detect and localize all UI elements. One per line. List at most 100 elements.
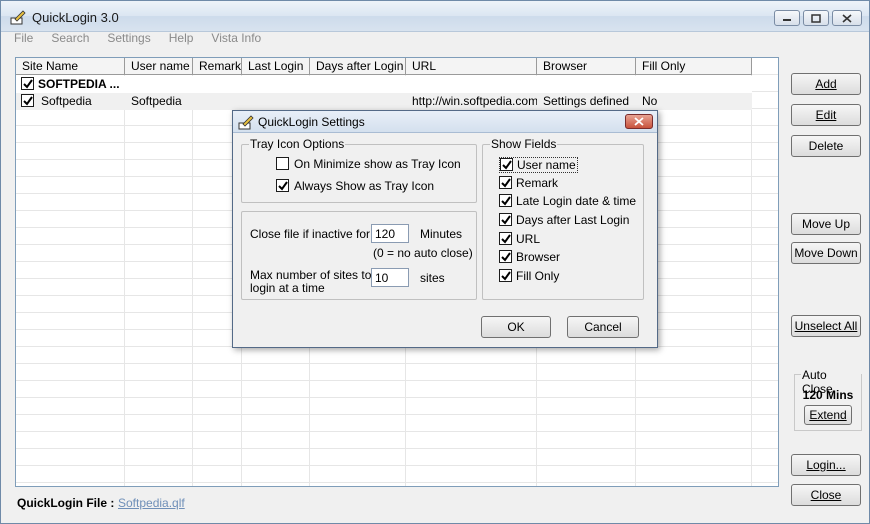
field-remark-checkbox[interactable] xyxy=(499,176,512,189)
cancel-button[interactable]: Cancel xyxy=(567,316,639,338)
grid-header: Site Name User name Remark Last Login Da… xyxy=(16,58,752,75)
col-fill-only[interactable]: Fill Only xyxy=(636,58,752,75)
minimize-button[interactable] xyxy=(774,10,800,26)
field-remark[interactable]: Remark xyxy=(499,176,558,190)
row-checkbox[interactable] xyxy=(21,94,34,107)
field-browser-checkbox[interactable] xyxy=(499,250,512,263)
col-site-name[interactable]: Site Name xyxy=(16,58,125,75)
checkmark-icon xyxy=(502,160,512,170)
limits-group: Close file if inactive for 120 Minutes (… xyxy=(241,211,477,300)
move-up-button[interactable]: Move Up xyxy=(791,213,861,235)
menu-search[interactable]: Search xyxy=(42,30,98,48)
checkmark-icon xyxy=(501,234,511,244)
grid-divider xyxy=(124,58,125,486)
login-button[interactable]: Login... xyxy=(791,454,861,476)
grid-divider xyxy=(751,58,752,486)
field-last-login-label: Late Login date & time xyxy=(516,194,637,208)
maximize-button[interactable] xyxy=(803,10,829,26)
extend-button[interactable]: Extend xyxy=(804,405,852,425)
menu-bar: File Search Settings Help Vista Info xyxy=(5,30,270,48)
field-url-checkbox[interactable] xyxy=(499,232,512,245)
close-window-button[interactable] xyxy=(832,10,862,26)
field-last-login[interactable]: Late Login date & time xyxy=(499,194,636,208)
field-user-name-checkbox[interactable] xyxy=(500,158,513,171)
tray-option-minimize[interactable]: On Minimize show as Tray Icon xyxy=(276,157,461,171)
close-icon xyxy=(634,117,644,126)
field-url[interactable]: URL xyxy=(499,232,540,246)
unselect-all-label: Unselect All xyxy=(794,319,858,333)
close-file-label: Close file if inactive for xyxy=(250,227,371,241)
close-file-input[interactable]: 120 xyxy=(371,224,409,243)
close-button[interactable]: Close xyxy=(791,484,861,506)
col-browser[interactable]: Browser xyxy=(537,58,636,75)
show-fields-group: Show Fields User name Remark Late Login … xyxy=(482,137,644,300)
max-sites-label-1: Max number of sites to xyxy=(250,268,372,282)
checkmark-icon xyxy=(23,96,33,106)
dialog-close-button[interactable] xyxy=(625,114,653,129)
move-down-button[interactable]: Move Down xyxy=(791,242,861,264)
checkmark-icon xyxy=(278,181,288,191)
app-pencil-icon xyxy=(10,10,26,25)
close-icon xyxy=(842,13,852,23)
login-label: Login... xyxy=(806,458,846,472)
cell-user: Softpedia xyxy=(131,94,182,108)
cell-site: Softpedia xyxy=(16,93,125,110)
field-days-after-checkbox[interactable] xyxy=(499,213,512,226)
always-tray-checkbox[interactable] xyxy=(276,179,289,192)
field-browser-label: Browser xyxy=(516,250,561,264)
col-url[interactable]: URL xyxy=(406,58,537,75)
unselect-all-button[interactable]: Unselect All xyxy=(791,315,861,337)
edit-button[interactable]: Edit xyxy=(791,104,861,126)
group-label: SOFTPEDIA ... xyxy=(38,77,120,91)
move-up-label: Move Up xyxy=(801,217,851,231)
show-fields-label: Show Fields xyxy=(490,137,558,151)
dialog-title: QuickLogin Settings xyxy=(258,115,365,129)
field-browser[interactable]: Browser xyxy=(499,250,560,264)
file-label: QuickLogin File : xyxy=(17,496,115,510)
sites-label: sites xyxy=(420,271,445,285)
settings-dialog: QuickLogin Settings Tray Icon Options On… xyxy=(232,110,658,348)
close-label: Close xyxy=(810,488,842,502)
app-pencil-icon xyxy=(238,115,254,130)
window-title: QuickLogin 3.0 xyxy=(32,10,119,25)
col-last-login[interactable]: Last Login xyxy=(242,58,310,75)
grid-divider xyxy=(192,58,193,486)
checkmark-icon xyxy=(501,215,511,225)
group-row[interactable]: SOFTPEDIA ... xyxy=(16,76,752,93)
field-last-login-checkbox[interactable] xyxy=(499,194,512,207)
col-remark[interactable]: Remark xyxy=(193,58,242,75)
ok-button[interactable]: OK xyxy=(481,316,551,338)
field-days-after[interactable]: Days after Last Login xyxy=(499,213,629,227)
edit-button-label: Edit xyxy=(815,108,837,122)
group-checkbox[interactable] xyxy=(21,77,34,90)
table-row[interactable]: Softpedia Softpedia http://win.softpedia… xyxy=(16,93,752,110)
move-down-label: Move Down xyxy=(794,246,858,260)
max-sites-label-2: login at a time xyxy=(250,281,325,295)
field-user-name[interactable]: User name xyxy=(499,157,578,173)
max-sites-input[interactable]: 10 xyxy=(371,268,409,287)
field-url-label: URL xyxy=(516,232,541,246)
field-fill-only[interactable]: Fill Only xyxy=(499,269,559,283)
auto-close-group: Auto Close 120 Mins Extend xyxy=(794,368,862,431)
delete-button[interactable]: Delete xyxy=(791,135,861,157)
col-user-name[interactable]: User name xyxy=(125,58,193,75)
minimize-tray-checkbox[interactable] xyxy=(276,157,289,170)
menu-settings[interactable]: Settings xyxy=(98,30,159,48)
checkmark-icon xyxy=(23,79,33,89)
group-row-cell: SOFTPEDIA ... xyxy=(16,76,125,93)
tray-option-always[interactable]: Always Show as Tray Icon xyxy=(276,179,434,193)
menu-file[interactable]: File xyxy=(5,30,42,48)
cell-fill-only: No xyxy=(642,94,658,108)
col-days-after-login[interactable]: Days after Login xyxy=(310,58,406,75)
ok-label: OK xyxy=(507,320,525,334)
add-button[interactable]: Add xyxy=(791,73,861,95)
menu-help[interactable]: Help xyxy=(160,30,203,48)
tray-options-label: Tray Icon Options xyxy=(249,137,346,151)
menu-vista-info[interactable]: Vista Info xyxy=(202,30,270,48)
file-link[interactable]: Softpedia.qlf xyxy=(118,496,185,510)
checkmark-icon xyxy=(501,252,511,262)
no-auto-close-note: (0 = no auto close) xyxy=(373,246,473,260)
field-fill-only-checkbox[interactable] xyxy=(499,269,512,282)
add-button-label: Add xyxy=(815,77,837,91)
dialog-title-bar: QuickLogin Settings xyxy=(233,111,657,133)
